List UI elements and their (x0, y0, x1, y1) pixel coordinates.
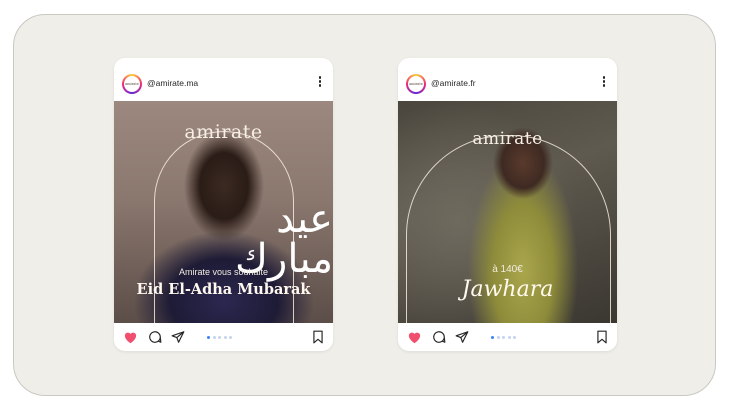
brand-logo: amirate (184, 121, 263, 143)
post-actions (398, 323, 617, 351)
post-headline: Eid El-Adha Mubarak (136, 281, 311, 298)
avatar[interactable]: amirate (406, 74, 426, 94)
carousel-dot (496, 336, 500, 339)
post-header: amirate @amirate.fr (398, 58, 617, 101)
more-options-icon[interactable] (317, 76, 323, 90)
share-icon[interactable] (455, 330, 469, 344)
post-image: amirate à 140€ Jawhara (398, 101, 617, 323)
price-label: à 140€ (492, 264, 523, 275)
carousel-dot (513, 336, 516, 339)
bookmark-icon[interactable] (312, 330, 324, 344)
carousel-dot (507, 336, 511, 339)
product-name: Jawhara (461, 277, 554, 302)
comment-icon[interactable] (148, 330, 162, 344)
post-subtitle: Amirate vous souhaite (178, 267, 269, 277)
instagram-post: amirate @amirate.ma amirate عيد مبارك Am… (114, 58, 333, 351)
avatar-logo: amirate (408, 76, 424, 92)
carousel-indicator (207, 336, 232, 339)
heart-icon[interactable] (123, 330, 138, 344)
brand-logo: amirate (472, 129, 543, 149)
post-header: amirate @amirate.ma (114, 58, 333, 101)
username[interactable]: @amirate.fr (431, 78, 476, 88)
comment-icon[interactable] (432, 330, 446, 344)
username[interactable]: @amirate.ma (147, 78, 198, 88)
carousel-dot (223, 336, 227, 339)
more-options-icon[interactable] (601, 76, 607, 90)
carousel-dot (218, 336, 221, 339)
carousel-indicator (491, 336, 516, 339)
carousel-dot (491, 336, 494, 339)
avatar-logo: amirate (124, 76, 140, 92)
carousel-dot (212, 336, 216, 339)
avatar[interactable]: amirate (122, 74, 142, 94)
share-icon[interactable] (171, 330, 185, 344)
heart-icon[interactable] (407, 330, 422, 344)
post-actions (114, 323, 333, 351)
instagram-post: amirate @amirate.fr amirate à 140€ Jawha… (398, 58, 617, 351)
carousel-dot (207, 336, 210, 339)
post-image: amirate عيد مبارك Amirate vous souhaite … (114, 101, 333, 323)
carousel-dot (502, 336, 505, 339)
bookmark-icon[interactable] (596, 330, 608, 344)
carousel-dot (229, 336, 232, 339)
